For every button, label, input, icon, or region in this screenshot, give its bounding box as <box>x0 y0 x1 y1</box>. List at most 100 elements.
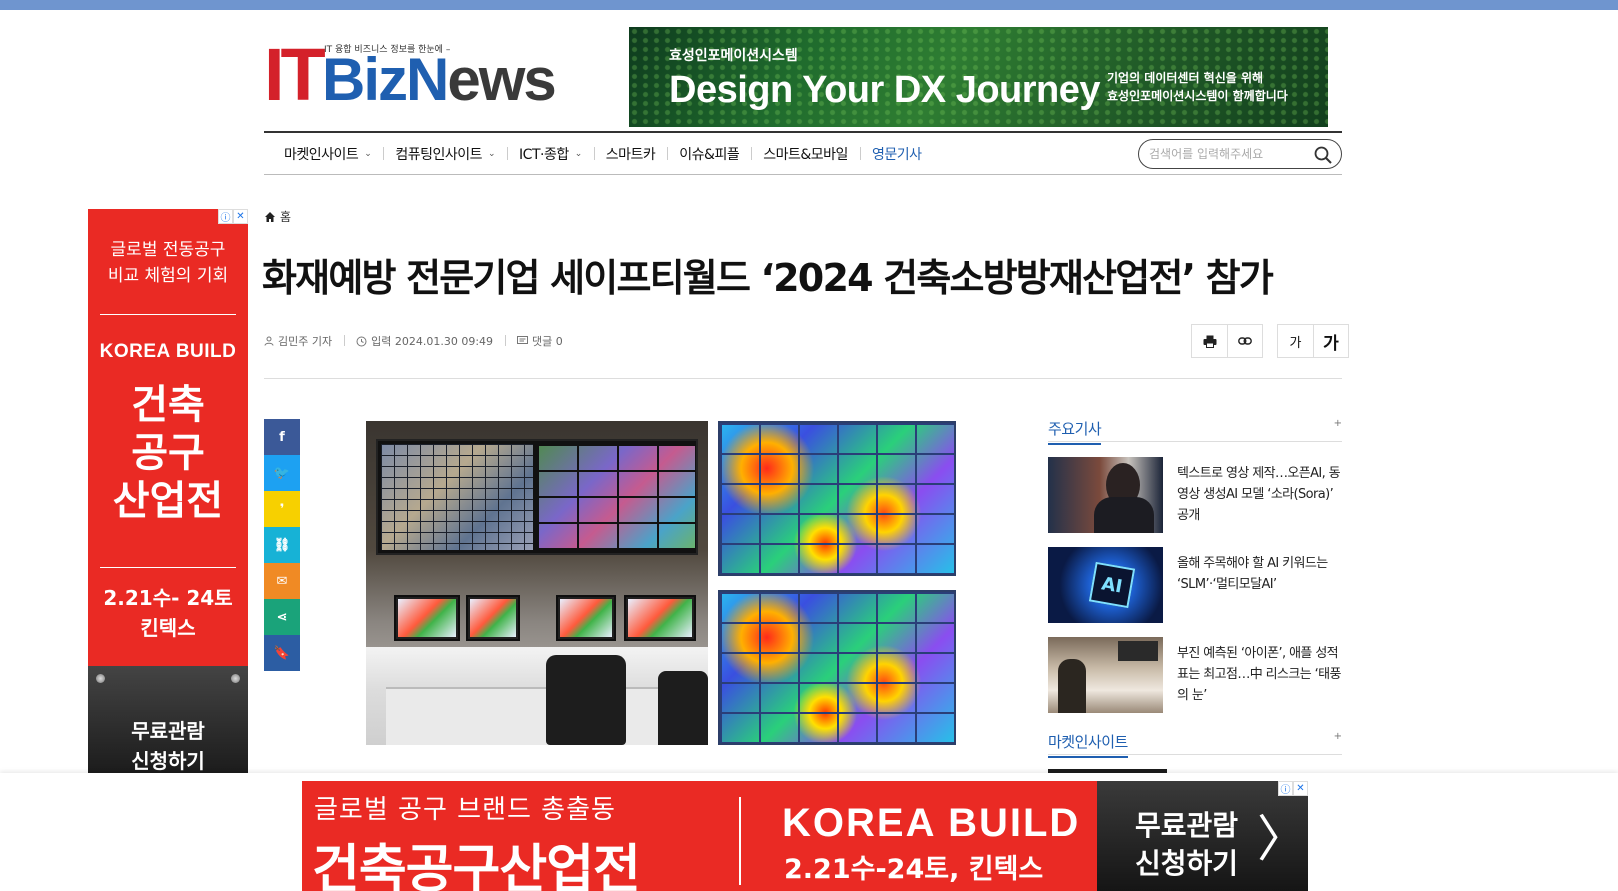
sidebar-title-featured[interactable]: 주요기사 <box>1048 418 1102 445</box>
sidebar-article[interactable]: 부진 예측된 ‘아이폰’, 애플 성적표는 최고점…中 리스크는 ‘태풍의 눈’ <box>1048 637 1342 713</box>
twitter-share-icon: 🐦 <box>273 465 291 481</box>
share-icon-button[interactable]: ⋖ <box>264 599 300 635</box>
breadcrumb-home[interactable]: 홈 <box>280 208 291 225</box>
chevron-down-icon: ⌄ <box>574 149 583 159</box>
link-share-icon: ⛓ <box>273 537 291 553</box>
email-share-icon: ✉ <box>276 573 288 589</box>
nav-item[interactable]: 스마트&모바일 <box>751 144 860 164</box>
sidebar-title-market[interactable]: 마켓인사이트 <box>1048 731 1128 758</box>
comment-meta[interactable]: 댓글 0 <box>505 333 575 349</box>
sidebar-article-title[interactable]: 부진 예측된 ‘아이폰’, 애플 성적표는 최고점…中 리스크는 ‘태풍의 눈’ <box>1177 643 1345 706</box>
top-banner-ad[interactable]: 효성인포메이션시스템 Design Your DX Journey 기업의 데이… <box>629 27 1328 127</box>
left-skyscraper-ad[interactable]: ⓘ ✕ 글로벌 전동공구 비교 체험의 기회 KOREA BUILD 건축 공구… <box>88 209 248 773</box>
email-share-button[interactable]: ✉ <box>264 563 300 599</box>
left-ad-intro: 글로벌 전동공구 비교 체험의 기회 <box>88 237 248 289</box>
left-ad-cta-1: 무료관람 <box>131 719 205 743</box>
clock-icon <box>356 336 367 346</box>
bottom-ad-cta[interactable]: 무료관람 신청하기 〉 <box>1097 781 1308 891</box>
nav-item[interactable]: 마켓인사이트 ⌄ <box>284 144 383 164</box>
more-link[interactable]: + <box>1334 418 1342 429</box>
ad-close-icon[interactable]: ✕ <box>233 209 248 224</box>
thumb-figure <box>1058 659 1086 713</box>
chevron-right-icon: 〉 <box>1257 810 1307 868</box>
nav-item[interactable]: 영문기사 <box>859 144 934 164</box>
kakaostory-share-icon: ❜ <box>279 501 285 517</box>
link-share-button[interactable]: ⛓ <box>264 527 300 563</box>
twitter-share-button[interactable]: 🐦 <box>264 455 300 491</box>
sidebar-article[interactable]: AI 올해 주목해야 할 AI 키워드는 ‘SLM’·‘멀티모달AI’ <box>1048 547 1342 623</box>
ad-close-icon[interactable]: ✕ <box>1293 781 1308 796</box>
nav-item[interactable]: 컴퓨팅인사이트 ⌄ <box>383 144 507 164</box>
bottom-ad-line2: 건축공구산업전 <box>312 840 641 891</box>
nav-item-label: 컴퓨팅인사이트 <box>395 147 482 163</box>
sidebar-header-featured: 주요기사 + <box>1048 418 1342 445</box>
nav-item[interactable]: 이슈&피플 <box>667 144 751 164</box>
banner-line2: 효성인포메이션시스템이 함께합니다 <box>1107 89 1288 103</box>
cctv-grid <box>381 444 533 550</box>
left-ad-cta[interactable]: 무료관람 신청하기 <box>88 666 248 773</box>
facebook-share-button[interactable]: f <box>264 419 300 455</box>
bookmark-button[interactable]: 🔖 <box>264 635 300 671</box>
kakaostory-share-button[interactable]: ❜ <box>264 491 300 527</box>
bottom-banner-ad[interactable]: 글로벌 공구 브랜드 총출동 건축공구산업전 KOREA BUILD 2.21수… <box>302 781 1308 891</box>
comment-count[interactable]: 댓글 0 <box>532 333 563 349</box>
print-icon <box>1203 335 1216 348</box>
search-icon[interactable] <box>1313 145 1333 165</box>
article-thumbnail[interactable] <box>1048 637 1163 713</box>
author-name[interactable]: 김민주 기자 <box>278 333 332 349</box>
top-accent-bar <box>0 0 1618 10</box>
nav-item-label: 스마트&모바일 <box>763 147 848 163</box>
left-ad-title-1: 건축 <box>131 382 205 428</box>
thumb-figure <box>1094 497 1154 533</box>
banner-company: 효성인포메이션시스템 <box>669 48 798 64</box>
search-input[interactable] <box>1149 145 1309 163</box>
copy-link-button[interactable] <box>1227 325 1262 357</box>
nav-item-label: 이슈&피플 <box>679 147 740 163</box>
thermal-images <box>718 421 956 745</box>
meta-divider <box>264 378 1342 379</box>
thumb-sign <box>1118 641 1158 661</box>
left-ad-line2: 비교 체험의 기회 <box>107 266 229 286</box>
desk-monitor <box>556 595 616 641</box>
thermal-panel-bottom <box>718 590 956 745</box>
sidebar-article-title[interactable]: 텍스트로 영상 제작…오픈AI, 동영상 생성AI 모델 ‘소라(Sora)’ … <box>1177 463 1345 526</box>
bottom-ad-cta-2: 신청하기 <box>1135 847 1239 880</box>
monitor-screen <box>628 599 692 637</box>
article-thumbnail[interactable] <box>1048 457 1163 533</box>
share-icon-icon: ⋖ <box>276 609 288 625</box>
chevron-down-icon: ⌄ <box>364 149 372 159</box>
nav-item-label: 영문기사 <box>871 147 922 163</box>
social-share-bar: f 🐦 ❜ ⛓ ✉ ⋖ 🔖 <box>264 419 300 671</box>
sidebar-article[interactable]: 텍스트로 영상 제작…오픈AI, 동영상 생성AI 모델 ‘소라(Sora)’ … <box>1048 457 1342 533</box>
desk-monitor <box>466 595 520 641</box>
nav-item-label: ICT·종합 <box>519 147 569 163</box>
left-ad-line1: 글로벌 전동공구 <box>110 240 226 260</box>
home-icon[interactable] <box>264 211 276 223</box>
logo-biz: Biz <box>322 46 408 113</box>
link-icon <box>1238 337 1252 345</box>
date-meta: 입력 2024.01.30 09:49 <box>344 333 505 349</box>
desk-monitor <box>394 595 460 641</box>
bolt-icon <box>231 674 240 683</box>
font-decrease-button[interactable]: 가 <box>1278 325 1313 357</box>
print-button[interactable] <box>1192 325 1227 357</box>
sidebar-article-title[interactable]: 올해 주목해야 할 AI 키워드는 ‘SLM’·‘멀티모달AI’ <box>1177 553 1345 595</box>
banner-headline: Design Your DX Journey <box>669 69 1101 111</box>
article-image[interactable] <box>366 421 956 745</box>
left-ad-cta-text: 무료관람 신청하기 <box>88 716 248 773</box>
article-meta: 김민주 기자 입력 2024.01.30 09:49 댓글 0 <box>264 333 575 349</box>
font-size-tools: 가 가 <box>1277 324 1349 358</box>
main-nav: 마켓인사이트 ⌄ 컴퓨팅인사이트 ⌄ ICT·종합 ⌄ 스마트카 이슈&피플 스마트&모바일 영문… <box>264 131 1342 175</box>
font-increase-button[interactable]: 가 <box>1313 325 1348 357</box>
sidebar-header-market: 마켓인사이트 + <box>1048 731 1342 758</box>
ad-info-icon[interactable]: ⓘ <box>1278 781 1293 796</box>
ad-info-icon[interactable]: ⓘ <box>218 209 233 224</box>
site-logo[interactable]: IT IT 융합 비즈니스 정보를 한눈에 – BizNews <box>264 36 594 116</box>
monitor-screen <box>470 599 516 637</box>
bookmark-icon: 🔖 <box>273 645 291 661</box>
nav-item[interactable]: 스마트카 <box>593 144 668 164</box>
nav-item[interactable]: ICT·종합 ⌄ <box>507 144 594 164</box>
left-ad-title-2: 공구 <box>131 430 205 476</box>
article-thumbnail[interactable]: AI <box>1048 547 1163 623</box>
more-link[interactable]: + <box>1334 731 1342 742</box>
